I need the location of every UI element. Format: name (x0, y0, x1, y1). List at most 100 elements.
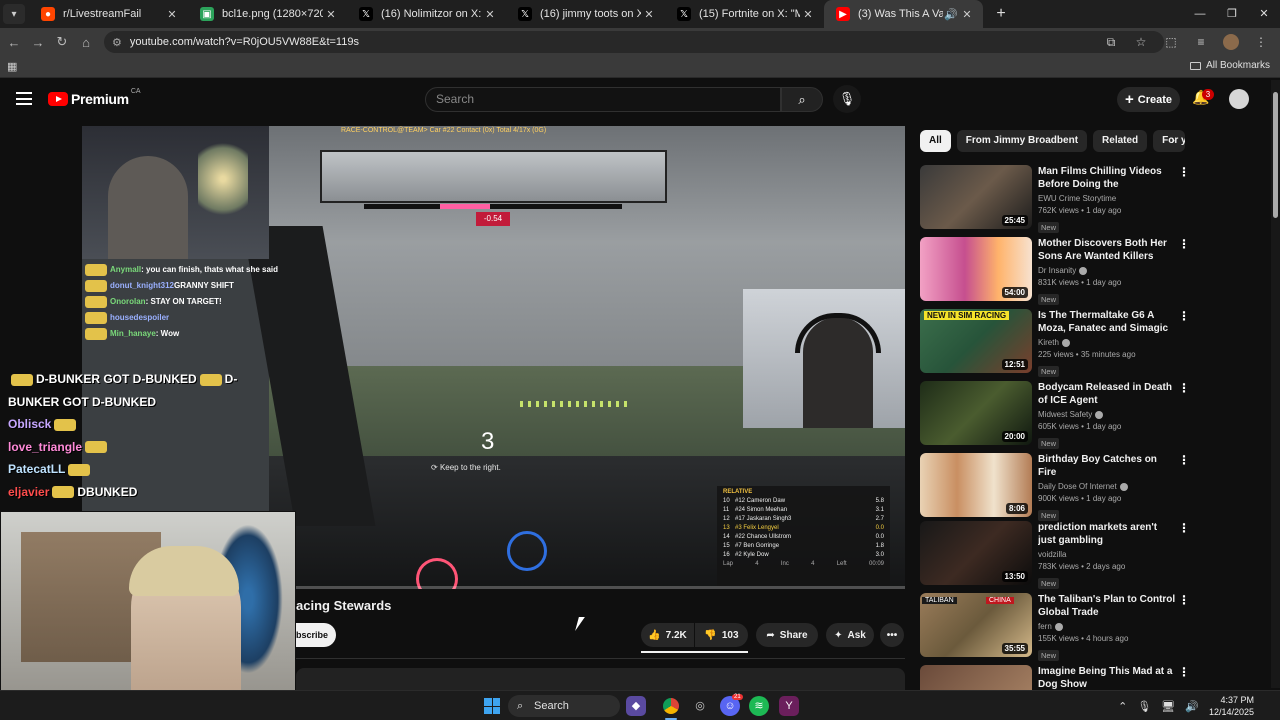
channel-name[interactable]: Midwest Safety (1038, 409, 1176, 420)
more-vert-icon[interactable]: ⋮ (1178, 665, 1190, 679)
browser-tab[interactable]: 𝕏 (16) jimmy toots on X: "Me on a✕ (506, 0, 665, 28)
close-tab-icon[interactable]: ✕ (641, 8, 657, 21)
browser-tab[interactable]: ▣ bcl1e.png (1280×720) ✕ (188, 0, 347, 28)
more-vert-icon[interactable]: ⋮ (1178, 521, 1190, 535)
clock[interactable]: 4:37 PM 12/14/2025 (1209, 694, 1254, 718)
chevron-up-icon[interactable]: ⌃ (1118, 700, 1127, 713)
like-button[interactable]: 👍 7.2K (641, 623, 694, 647)
channel-name[interactable]: EWU Crime Storytime (1038, 193, 1176, 204)
video-title[interactable]: The Taliban's Plan to Control Global Tra… (1038, 593, 1176, 619)
address-bar[interactable]: ⚙ youtube.com/watch?v=R0jOU5VW88E&t=119s (104, 31, 1164, 53)
recommended-video[interactable]: 8:06 Birthday Boy Catches on Fire Daily Do… (920, 453, 1190, 521)
recommended-video[interactable]: 20:00 Bodycam Released in Death of ICE Ag… (920, 381, 1190, 449)
video-thumbnail[interactable]: 25:45 (920, 165, 1032, 229)
more-actions-button[interactable]: ••• (880, 623, 904, 647)
close-tab-icon[interactable]: ✕ (323, 8, 339, 21)
spotify-icon[interactable]: ≋ (749, 696, 769, 716)
filter-chip[interactable]: All (920, 130, 951, 152)
maximize-button[interactable]: ❐ (1216, 0, 1248, 28)
video-title[interactable]: Birthday Boy Catches on Fire (1038, 453, 1176, 479)
scrollbar-thumb[interactable] (1273, 92, 1278, 218)
home-button[interactable]: ⌂ (74, 35, 98, 50)
steam-icon[interactable]: ◎ (690, 696, 710, 716)
filter-chip[interactable]: Related (1093, 130, 1148, 152)
video-title[interactable]: Mother Discovers Both Her Sons Are Wante… (1038, 237, 1176, 263)
windows-start-icon[interactable] (484, 698, 500, 714)
chevron-right-icon[interactable]: › (1164, 133, 1182, 151)
browser-tab[interactable]: ● r/LivestreamFail ✕ (29, 0, 188, 28)
speaker-icon[interactable]: 🔊 (943, 8, 959, 21)
video-thumbnail[interactable]: 54:00 (920, 237, 1032, 301)
channel-name[interactable]: Dr Insanity (1038, 265, 1176, 276)
install-app-icon[interactable]: ⧉ (1096, 35, 1126, 50)
account-avatar[interactable] (1229, 89, 1249, 109)
video-thumbnail[interactable]: NEW IN SIM RACING 12:51 (920, 309, 1032, 373)
browser-tab[interactable]: ▶ (3) Was This A Valid Crash🔊✕ (824, 0, 983, 28)
search-button[interactable]: ⌕ (781, 87, 823, 112)
tab-search-icon[interactable]: ▾ (3, 4, 25, 24)
chrome-icon[interactable] (661, 696, 681, 716)
filter-chip[interactable]: From Jimmy Broadbent (956, 130, 1088, 152)
more-vert-icon[interactable]: ⋮ (1178, 453, 1190, 467)
create-button[interactable]: + Create (1117, 87, 1180, 112)
close-tab-icon[interactable]: ✕ (800, 8, 816, 21)
extensions-icon[interactable]: ⬚ (1156, 35, 1186, 49)
search-input[interactable]: Search (425, 87, 781, 112)
voice-search-icon[interactable]: 🎙 (833, 85, 861, 113)
more-vert-icon[interactable]: ⋮ (1178, 381, 1190, 395)
menu-icon[interactable] (16, 92, 32, 105)
reload-button[interactable]: ↻ (50, 34, 74, 50)
more-vert-icon[interactable]: ⋮ (1178, 593, 1190, 607)
ask-button[interactable]: ✦ Ask (826, 623, 874, 647)
site-info-icon[interactable]: ⚙ (112, 36, 122, 49)
video-title[interactable]: Is The Thermaltake G6 A Moza, Fanatec an… (1038, 309, 1176, 335)
close-tab-icon[interactable]: ✕ (164, 8, 180, 21)
back-button[interactable]: ← (2, 35, 26, 50)
bookmark-star-icon[interactable]: ☆ (1126, 35, 1156, 49)
more-vert-icon[interactable]: ⋮ (1178, 165, 1190, 179)
dislike-button[interactable]: 👎 103 (695, 623, 748, 647)
browser-tab[interactable]: 𝕏 (16) Nolimitzor on X: "CEO of R✕ (347, 0, 506, 28)
recommended-video[interactable]: NEW IN SIM RACING 12:51 Is The Thermaltake… (920, 309, 1190, 377)
profile-avatar[interactable] (1223, 34, 1239, 50)
page-scrollbar[interactable] (1271, 80, 1280, 688)
youtube-logo[interactable]: Premium CA (48, 88, 141, 107)
taskbar-search[interactable]: ⌕ Search (508, 695, 620, 717)
recommended-video[interactable]: 54:00 Mother Discovers Both Her Sons Are … (920, 237, 1190, 305)
video-thumbnail[interactable]: 8:06 (920, 453, 1032, 517)
video-title[interactable]: Bodycam Released in Death of ICE Agent (1038, 381, 1176, 407)
network-icon[interactable]: 🖥 (1161, 700, 1175, 713)
video-thumbnail[interactable]: 20:00 (920, 381, 1032, 445)
description-box[interactable] (296, 668, 905, 690)
recommended-video[interactable]: 13:50 prediction markets aren't just gamb… (920, 521, 1190, 589)
channel-name[interactable]: voidzilla (1038, 549, 1176, 560)
close-window-button[interactable]: ✕ (1248, 0, 1280, 28)
video-title[interactable]: Man Films Chilling Videos Before Doing t… (1038, 165, 1176, 191)
channel-name[interactable]: Daily Dose Of Internet (1038, 481, 1176, 492)
more-vert-icon[interactable]: ⋮ (1178, 237, 1190, 251)
browser-tab[interactable]: 𝕏 (15) Fortnite on X: "Message re✕ (665, 0, 824, 28)
app-y-icon[interactable]: Y (779, 696, 799, 716)
close-tab-icon[interactable]: ✕ (482, 8, 498, 21)
forward-button[interactable]: → (26, 35, 50, 50)
video-title[interactable]: Imagine Being This Mad at a Dog Show (1038, 665, 1176, 691)
close-tab-icon[interactable]: ✕ (959, 8, 975, 21)
minimize-button[interactable]: — (1184, 0, 1216, 28)
all-bookmarks-button[interactable]: All Bookmarks (1190, 60, 1270, 71)
media-controls-icon[interactable]: ≡ (1186, 35, 1216, 49)
recommended-video[interactable]: 25:45 Man Films Chilling Videos Before Do… (920, 165, 1190, 233)
widgets-icon[interactable]: ◆ (626, 696, 646, 716)
microphone-icon[interactable]: 🎙 (1137, 700, 1151, 713)
video-thumbnail[interactable]: 13:50 (920, 521, 1032, 585)
share-button[interactable]: ➦ Share (756, 623, 818, 647)
channel-name[interactable]: Kireth (1038, 337, 1176, 348)
video-title[interactable]: prediction markets aren't just gambling (1038, 521, 1176, 547)
more-vert-icon[interactable]: ⋮ (1178, 309, 1190, 323)
subscribe-button[interactable]: bscribe (296, 623, 336, 647)
apps-grid-icon[interactable]: ▦ (7, 60, 17, 73)
channel-name[interactable]: fern (1038, 621, 1176, 632)
video-thumbnail[interactable]: TALIBAN CHINA 35:55 (920, 593, 1032, 657)
recommended-video[interactable]: TALIBAN CHINA 35:55 The Taliban's Plan to C… (920, 593, 1190, 661)
chrome-menu-icon[interactable]: ⋮ (1246, 35, 1276, 49)
new-tab-button[interactable]: + (989, 5, 1013, 23)
